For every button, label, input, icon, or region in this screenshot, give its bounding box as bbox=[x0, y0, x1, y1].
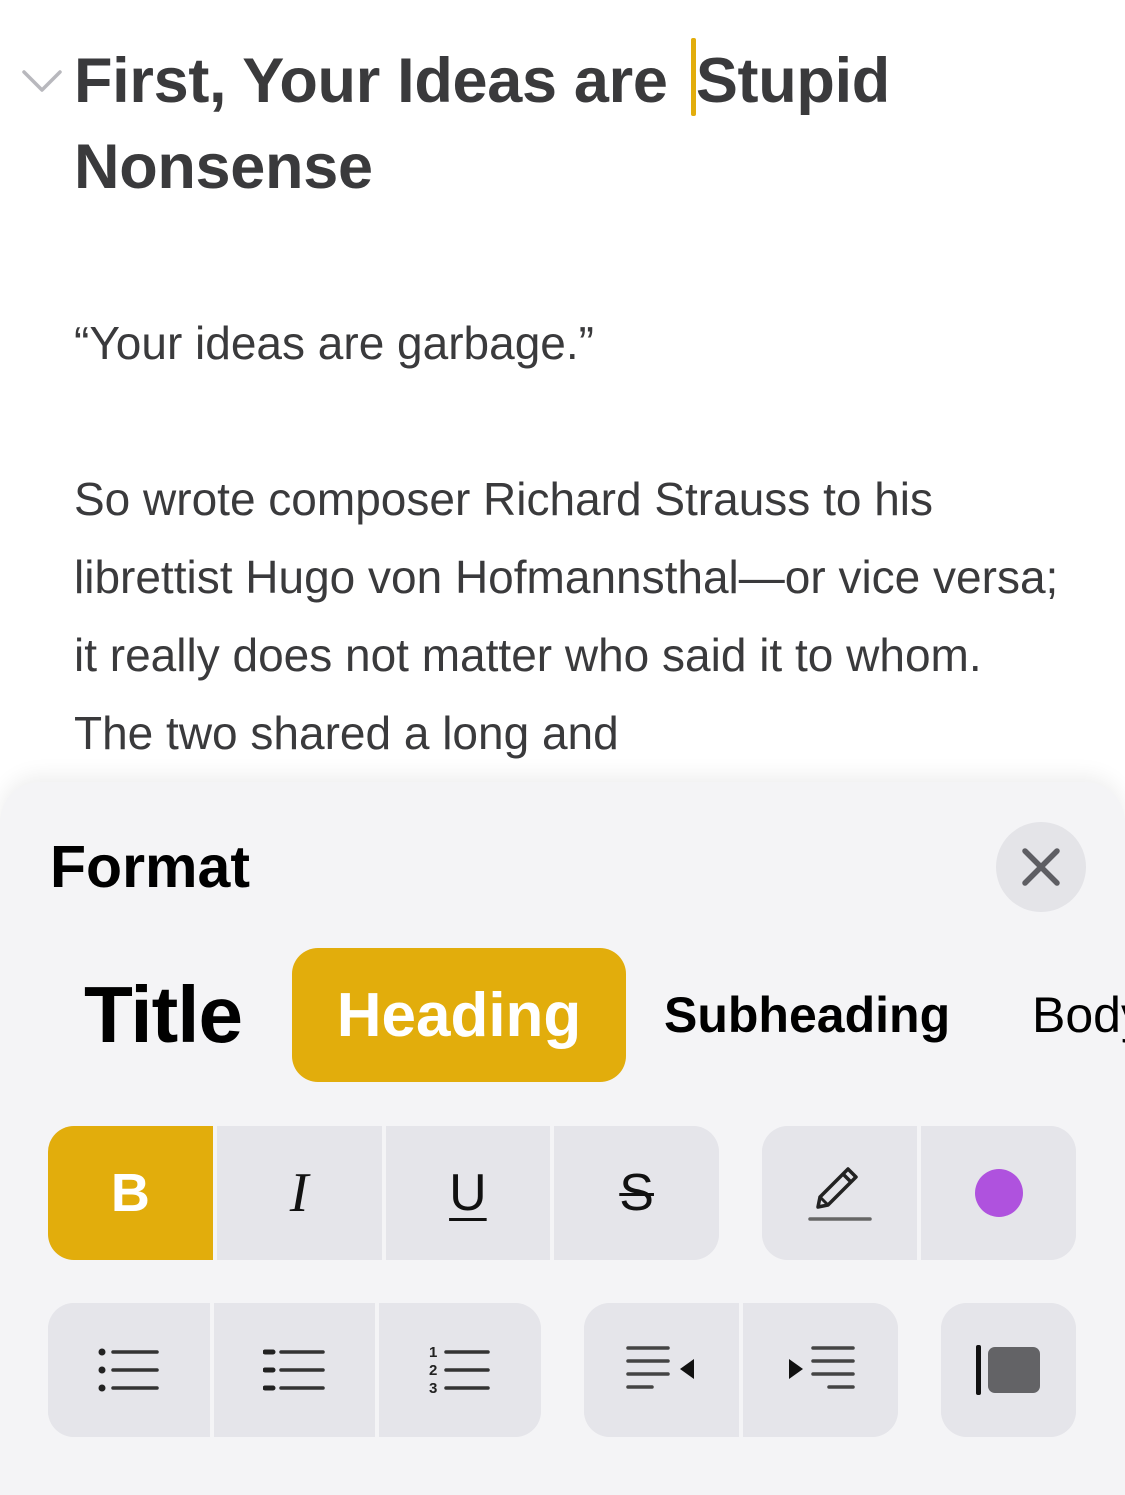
highlight-button[interactable] bbox=[762, 1126, 917, 1260]
bulleted-list-icon bbox=[98, 1348, 159, 1392]
strikethrough-label: S bbox=[619, 1164, 654, 1222]
style-subheading[interactable]: Subheading bbox=[664, 948, 950, 1082]
italic-button[interactable]: I bbox=[212, 1126, 382, 1260]
chevron-down-icon[interactable] bbox=[18, 64, 66, 98]
close-button[interactable] bbox=[996, 822, 1086, 912]
text-style-group: B I U S bbox=[48, 1126, 719, 1260]
format-panel-title: Format bbox=[50, 834, 250, 900]
dashed-list-icon bbox=[262, 1349, 325, 1391]
italic-label: I bbox=[289, 1162, 309, 1224]
bold-button[interactable]: B bbox=[48, 1126, 213, 1260]
increase-indent-button[interactable] bbox=[739, 1303, 898, 1437]
xmark-icon bbox=[1022, 848, 1060, 886]
numbered-list-icon: 1 2 3 bbox=[429, 1344, 490, 1397]
block-quote-button[interactable] bbox=[941, 1303, 1076, 1437]
block-quote-icon bbox=[975, 1345, 1040, 1395]
heading-text-part1: First, Your Ideas are bbox=[74, 46, 685, 116]
underline-button[interactable]: U bbox=[381, 1126, 551, 1260]
underline-label: U bbox=[449, 1164, 487, 1222]
paragraph-style-picker: Title Heading Subheading Body bbox=[0, 948, 1125, 1084]
increase-indent-icon bbox=[788, 1346, 855, 1389]
body-paragraph[interactable]: So wrote composer Richard Strauss to his… bbox=[74, 460, 1064, 772]
pencil-highlight-icon bbox=[807, 1167, 872, 1221]
numbered-list-button[interactable]: 1 2 3 bbox=[375, 1303, 541, 1437]
style-body[interactable]: Body bbox=[1032, 948, 1125, 1082]
dashed-list-button[interactable] bbox=[209, 1303, 376, 1437]
style-heading[interactable]: Heading bbox=[292, 948, 626, 1082]
svg-text:1: 1 bbox=[429, 1344, 437, 1361]
bulleted-list-button[interactable] bbox=[48, 1303, 210, 1437]
svg-text:2: 2 bbox=[429, 1362, 437, 1379]
svg-text:3: 3 bbox=[429, 1380, 437, 1397]
indent-group bbox=[584, 1303, 898, 1437]
note-content[interactable]: First, Your Ideas are Stupid Nonsense “Y… bbox=[0, 0, 1125, 800]
format-panel: Format Title Heading Subheading Body B I… bbox=[0, 782, 1125, 1495]
highlight-color-group bbox=[762, 1126, 1076, 1260]
style-title[interactable]: Title bbox=[84, 948, 243, 1082]
text-color-button[interactable] bbox=[917, 1126, 1076, 1260]
bold-label: B bbox=[110, 1163, 150, 1223]
decrease-indent-icon bbox=[625, 1346, 694, 1389]
note-heading[interactable]: First, Your Ideas are Stupid Nonsense bbox=[74, 38, 1074, 210]
notes-screen: First, Your Ideas are Stupid Nonsense “Y… bbox=[0, 0, 1125, 1495]
color-swatch bbox=[974, 1169, 1023, 1217]
list-style-group: 1 2 3 bbox=[48, 1303, 541, 1437]
strikethrough-button[interactable]: S bbox=[550, 1126, 719, 1260]
decrease-indent-button[interactable] bbox=[584, 1303, 739, 1437]
quote-paragraph[interactable]: “Your ideas are garbage.” bbox=[74, 304, 1064, 382]
block-quote-group bbox=[941, 1303, 1076, 1437]
